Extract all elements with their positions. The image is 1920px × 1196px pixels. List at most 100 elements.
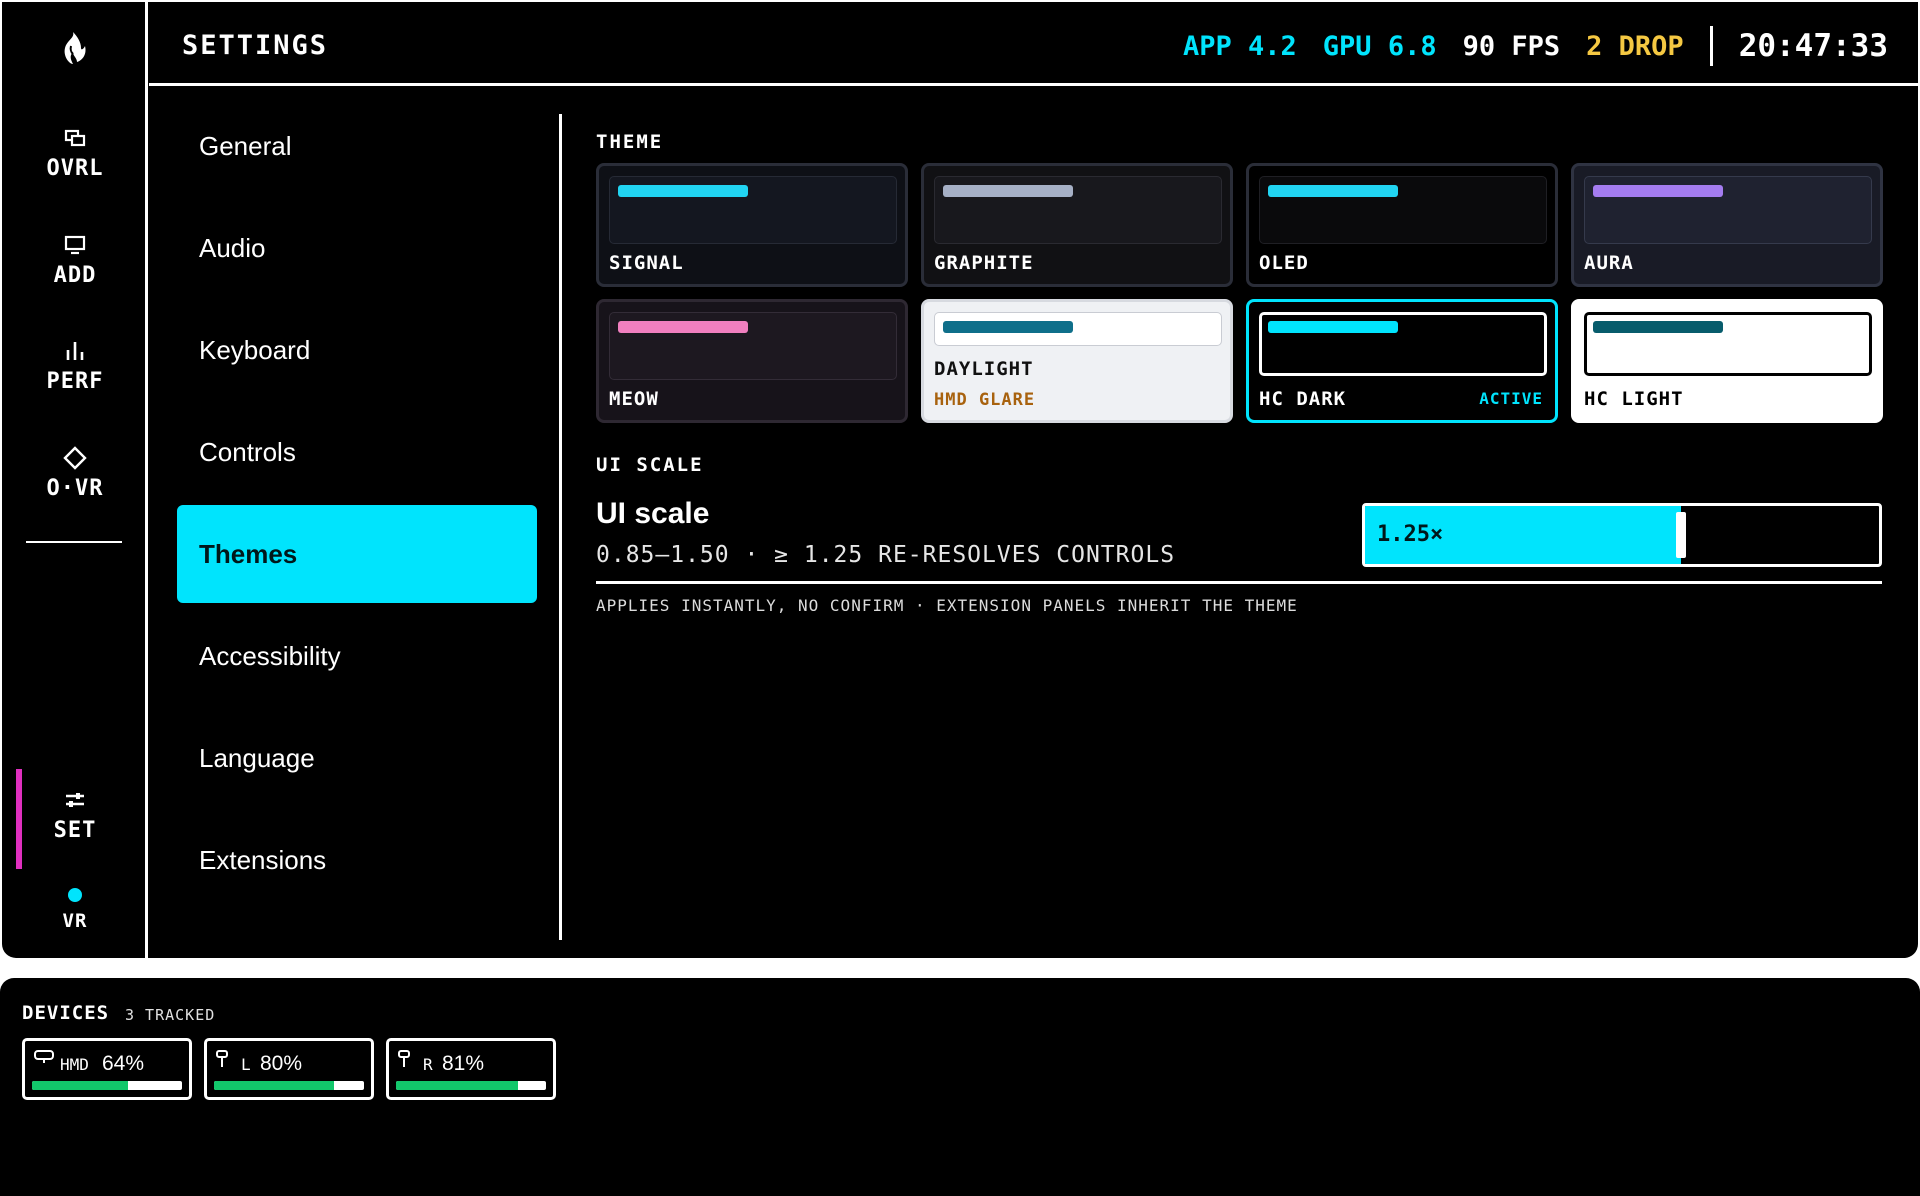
- nav-item-themes[interactable]: Themes: [177, 505, 537, 603]
- device-name: HMD: [60, 1055, 89, 1074]
- rail-item-openvr[interactable]: O·VR: [2, 446, 148, 501]
- theme-name: AURA: [1584, 252, 1634, 274]
- battery-bar: [32, 1081, 182, 1090]
- ui-scale-slider[interactable]: 1.25×: [1362, 503, 1882, 567]
- nav-item-extensions[interactable]: Extensions: [177, 811, 537, 909]
- battery-bar: [396, 1081, 546, 1090]
- header-divider: [1709, 26, 1713, 66]
- battery-fill: [32, 1081, 128, 1090]
- theme-name: HC DARK: [1259, 388, 1347, 410]
- theme-subtitle: HMD GLARE: [934, 390, 1036, 410]
- nav-divider: [559, 114, 562, 940]
- theme-preview: [1259, 176, 1547, 244]
- theme-preview: [934, 312, 1222, 346]
- monitor-icon: [64, 235, 86, 255]
- ui-scale-value: 1.25×: [1377, 522, 1444, 547]
- overlay-icon: [64, 129, 86, 147]
- theme-name: MEOW: [609, 388, 659, 410]
- devices-title: DEVICES: [22, 1002, 110, 1024]
- headset-icon: [34, 1050, 54, 1063]
- ui-scale-section-label: UI SCALE: [596, 454, 704, 476]
- status-dot-icon: [68, 888, 82, 902]
- theme-name: OLED: [1259, 252, 1309, 274]
- theme-preview: [1584, 176, 1872, 244]
- left-rail: OVRL ADD PERF O·VR SET VR: [2, 2, 148, 958]
- theme-card-hc-light[interactable]: HC LIGHT: [1571, 299, 1883, 423]
- main-window: OVRL ADD PERF O·VR SET VR SETTINGS APP 4…: [2, 2, 1918, 958]
- nav-item-keyboard[interactable]: Keyboard: [177, 301, 537, 399]
- theme-card-oled[interactable]: OLED: [1246, 163, 1558, 287]
- section-divider: [596, 581, 1882, 584]
- rail-item-perf[interactable]: PERF: [2, 339, 148, 394]
- theme-card-aura[interactable]: AURA: [1571, 163, 1883, 287]
- theme-section-label: THEME: [596, 131, 664, 153]
- fps-stat: 90 FPS: [1462, 30, 1561, 62]
- battery-bar: [214, 1081, 364, 1090]
- devices-panel: DEVICES 3 TRACKED HMD 64% L 80% R 81%: [0, 978, 1920, 1196]
- theme-accent-bar: [618, 321, 748, 333]
- theme-preview: [609, 312, 897, 380]
- flame-logo-icon: [64, 32, 86, 64]
- theme-accent-bar: [943, 321, 1073, 333]
- nav-item-accessibility[interactable]: Accessibility: [177, 607, 537, 705]
- theme-preview: [934, 176, 1222, 244]
- performance-stats: APP 4.2 GPU 6.8 90 FPS 2 DROP 20:47:33: [1157, 26, 1888, 66]
- rail-item-add[interactable]: ADD: [2, 233, 148, 288]
- device-name: L: [241, 1055, 251, 1074]
- theme-accent-bar: [943, 185, 1073, 197]
- dropped-frames-stat: 2 DROP: [1586, 30, 1684, 62]
- nav-item-general[interactable]: General: [177, 97, 537, 195]
- device-name: R: [423, 1055, 433, 1074]
- bar-chart-icon: [66, 342, 84, 360]
- device-battery: 81%: [442, 1052, 485, 1075]
- theme-preview: [1584, 312, 1872, 376]
- active-badge: ACTIVE: [1479, 389, 1543, 408]
- top-header: SETTINGS APP 4.2 GPU 6.8 90 FPS 2 DROP 2…: [149, 2, 1918, 86]
- rail-item-overlay[interactable]: OVRL: [2, 126, 148, 181]
- theme-accent-bar: [1593, 185, 1723, 197]
- devices-count: 3 TRACKED: [125, 1006, 216, 1024]
- theme-name: SIGNAL: [609, 252, 684, 274]
- themes-panel: THEME SIGNAL GRAPHITE OLED AURA MEOW DAY…: [596, 89, 1886, 949]
- theme-card-hc-dark[interactable]: HC DARK ACTIVE: [1246, 299, 1558, 423]
- battery-fill: [214, 1081, 334, 1090]
- device-card-right-controller[interactable]: R 81%: [386, 1038, 556, 1100]
- nav-item-language[interactable]: Language: [177, 709, 537, 807]
- theme-card-meow[interactable]: MEOW: [596, 299, 908, 423]
- rail-item-label: O·VR: [46, 476, 104, 501]
- rail-item-label: ADD: [53, 263, 97, 288]
- rail-item-settings[interactable]: SET: [2, 788, 148, 843]
- gpu-time-stat: GPU 6.8: [1322, 30, 1437, 62]
- app-time-stat: APP 4.2: [1183, 30, 1297, 62]
- clock: 20:47:33: [1738, 28, 1888, 64]
- theme-card-daylight[interactable]: DAYLIGHT HMD GLARE: [921, 299, 1233, 423]
- theme-name: DAYLIGHT: [934, 358, 1034, 380]
- sliders-icon: [66, 793, 84, 807]
- device-battery: 64%: [102, 1052, 145, 1075]
- theme-accent-bar: [1268, 321, 1398, 333]
- nav-item-audio[interactable]: Audio: [177, 199, 537, 297]
- device-battery: 80%: [260, 1052, 303, 1075]
- theme-preview: [1259, 312, 1547, 376]
- ui-scale-note: APPLIES INSTANTLY, NO CONFIRM · EXTENSIO…: [596, 596, 1298, 615]
- rail-item-label: PERF: [46, 369, 104, 394]
- rail-item-label: VR: [62, 910, 88, 932]
- diamond-icon: [63, 446, 87, 470]
- page-title: SETTINGS: [182, 30, 329, 61]
- device-card-hmd[interactable]: HMD 64%: [22, 1038, 192, 1100]
- nav-item-controls[interactable]: Controls: [177, 403, 537, 501]
- theme-card-signal[interactable]: SIGNAL: [596, 163, 908, 287]
- controller-icon: [398, 1050, 410, 1067]
- ui-scale-range-text: 0.85–1.50 · ≥ 1.25 RE-RESOLVES CONTROLS: [596, 542, 1176, 568]
- theme-accent-bar: [1268, 185, 1398, 197]
- rail-item-label: SET: [53, 818, 97, 843]
- theme-preview: [609, 176, 897, 244]
- rail-divider: [26, 541, 122, 543]
- theme-accent-bar: [618, 185, 748, 197]
- device-card-left-controller[interactable]: L 80%: [204, 1038, 374, 1100]
- ui-scale-handle[interactable]: [1676, 512, 1686, 558]
- battery-fill: [396, 1081, 518, 1090]
- controller-icon: [216, 1050, 228, 1067]
- theme-card-graphite[interactable]: GRAPHITE: [921, 163, 1233, 287]
- rail-item-vr-status[interactable]: VR: [2, 888, 148, 932]
